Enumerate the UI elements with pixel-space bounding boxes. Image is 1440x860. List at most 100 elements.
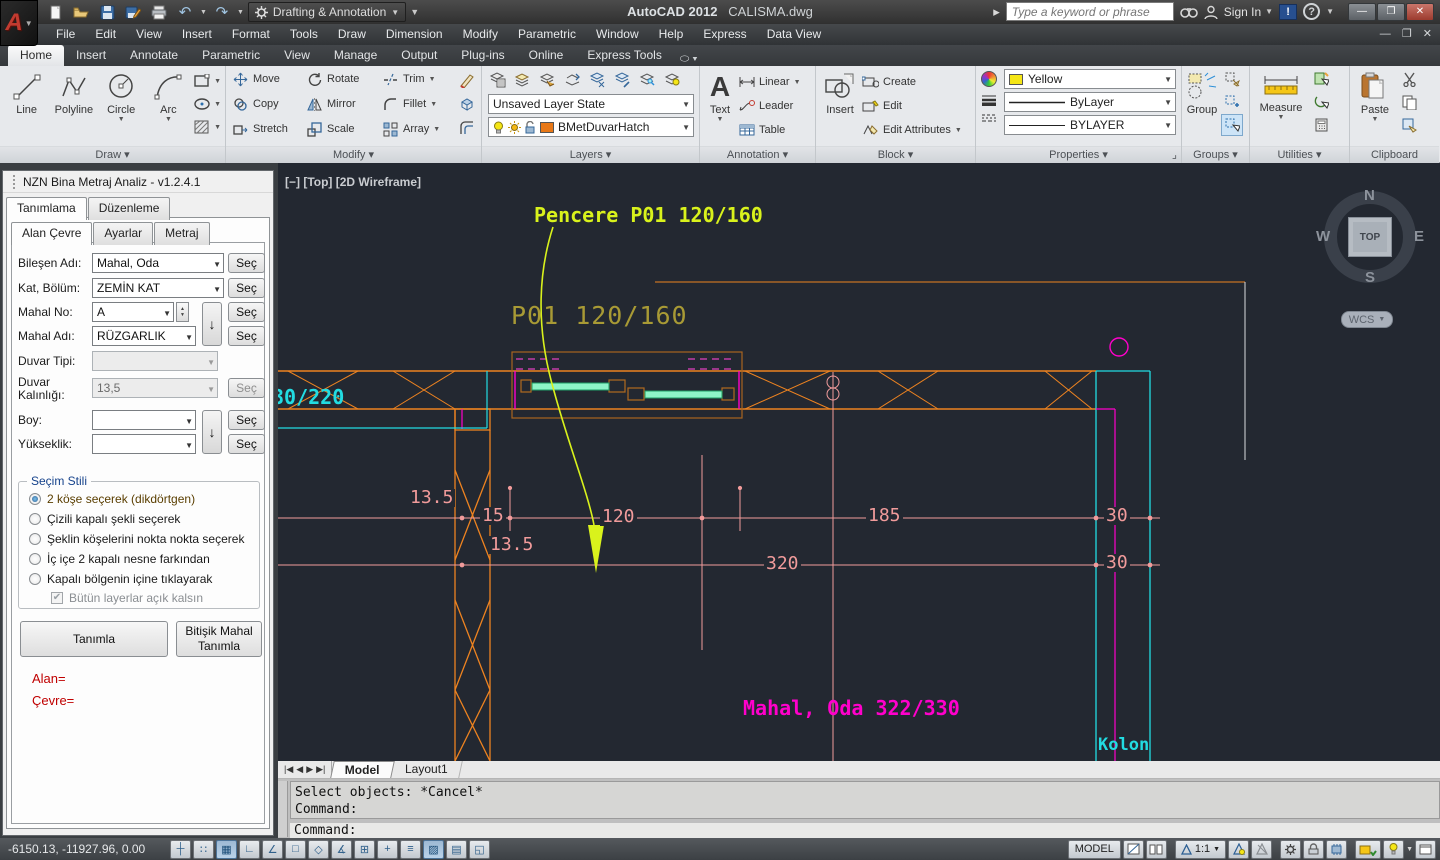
app-menu-button[interactable]: A ▼ — [0, 0, 38, 46]
radio-click-inside[interactable]: Kapalı bölgenin içine tıklayarak — [29, 572, 212, 586]
bilesen-sec-button[interactable]: Seç — [228, 253, 265, 273]
lineweight-toggle[interactable]: ≡ — [400, 839, 421, 859]
restore-button[interactable]: ❐ — [1377, 2, 1405, 21]
prev-tab-icon[interactable]: ◀ — [296, 764, 303, 775]
stretch-tool[interactable]: Stretch — [232, 119, 306, 139]
viewcube-top-face[interactable]: TOP — [1348, 217, 1392, 257]
layer-thaw-sun-icon[interactable] — [508, 120, 521, 134]
bilesen-adi-combo[interactable]: Mahal, Oda ▼ — [92, 253, 224, 273]
panel-properties-footer[interactable]: Properties ▾ ⌟ — [976, 146, 1181, 163]
quick-select-tool[interactable] — [1310, 68, 1332, 90]
insert-block-tool[interactable]: Insert — [818, 68, 862, 140]
infer-constraints-toggle[interactable]: ┼ — [170, 839, 191, 859]
menu-edit[interactable]: Edit — [85, 24, 126, 45]
tab-model[interactable]: Model — [330, 761, 395, 778]
redo-dropdown-caret[interactable]: ▼ — [237, 9, 244, 16]
color-dropdown[interactable]: Yellow ▼ — [1004, 69, 1176, 89]
yukseklik-sec-button[interactable]: Seç — [228, 434, 265, 454]
arc-tool[interactable]: Arc ▼ — [146, 68, 191, 137]
tab-manage[interactable]: Manage — [322, 45, 389, 66]
menu-express[interactable]: Express — [693, 24, 756, 45]
annotation-visibility-button[interactable] — [1228, 839, 1250, 859]
cut-tool[interactable] — [1398, 68, 1420, 90]
transparency-toggle[interactable]: ▨ — [423, 839, 444, 859]
help-dropdown-caret[interactable]: ▼ — [1326, 7, 1334, 16]
exchange-apps-icon[interactable]: ! — [1279, 3, 1298, 20]
layer-freeze-button[interactable] — [586, 69, 608, 91]
menu-modify[interactable]: Modify — [453, 24, 508, 45]
radio-drawn-shape[interactable]: Çizili kapalı şekli seçerek — [29, 512, 180, 526]
menu-draw[interactable]: Draw — [328, 24, 376, 45]
mahal-adi-combo[interactable]: RÜZGARLIK ▼ — [92, 326, 196, 346]
menu-insert[interactable]: Insert — [172, 24, 222, 45]
boy-down-arrow-button[interactable]: ↓ — [202, 410, 222, 454]
layer-state-dropdown[interactable]: Unsaved Layer State ▼ — [488, 94, 694, 114]
menu-file[interactable]: File — [46, 24, 85, 45]
infocenter-collapse-arrow[interactable]: ▸ — [993, 4, 1000, 20]
dynamic-input-toggle[interactable]: + — [377, 839, 398, 859]
minimize-button[interactable]: — — [1348, 2, 1376, 21]
hatch-tool[interactable]: ▼ — [193, 117, 221, 137]
bitisik-mahal-tanimla-button[interactable]: Bitişik Mahal Tanımla — [176, 621, 262, 657]
viewcube[interactable]: N W E S TOP — [1316, 187, 1424, 286]
kat-sec-button[interactable]: Seç — [228, 278, 265, 298]
scale-tool[interactable]: Scale — [306, 119, 382, 139]
ungroup-tool[interactable] — [1221, 68, 1243, 90]
next-tab-icon[interactable]: ▶ — [306, 764, 313, 775]
menu-view[interactable]: View — [126, 24, 172, 45]
panel-utilities-footer[interactable]: Utilities ▾ — [1250, 146, 1349, 163]
tab-insert[interactable]: Insert — [64, 45, 118, 66]
mahal-no-spinner[interactable]: ▲ ▼ — [176, 302, 189, 322]
menu-help[interactable]: Help — [649, 24, 694, 45]
viewcube-south[interactable]: S — [1365, 269, 1375, 286]
menu-window[interactable]: Window — [586, 24, 649, 45]
viewcube-east[interactable]: E — [1414, 228, 1424, 245]
last-tab-icon[interactable]: ▶| — [316, 764, 325, 775]
layer-on-bulb-icon[interactable] — [493, 121, 504, 134]
tab-view[interactable]: View — [272, 45, 322, 66]
layer-unlock-icon[interactable] — [525, 120, 536, 134]
object-snap-tracking-toggle[interactable]: ∡ — [331, 839, 352, 859]
isolate-objects-button[interactable] — [1355, 839, 1382, 859]
help-icon[interactable]: ? — [1303, 3, 1321, 20]
tab-output[interactable]: Output — [389, 45, 449, 66]
paste-special-tool[interactable] — [1398, 114, 1420, 136]
tab-alan-cevre[interactable]: Alan Çevre — [11, 222, 93, 245]
object-visibility-bulb-button[interactable] — [1383, 839, 1405, 859]
3d-object-snap-toggle[interactable]: ◇ — [308, 839, 329, 859]
clean-screen-button[interactable] — [1415, 839, 1436, 859]
search-input[interactable] — [1011, 4, 1168, 19]
panel-clipboard-footer[interactable]: Clipboard — [1350, 146, 1439, 163]
table-tool[interactable]: Table — [738, 120, 801, 140]
mahal-down-arrow-button[interactable]: ↓ — [202, 302, 222, 346]
ribbon-state-button[interactable]: ⬭ ▾ — [680, 53, 698, 66]
panel-layers-footer[interactable]: Layers ▾ — [482, 146, 699, 163]
panel-groups-footer[interactable]: Groups ▾ — [1182, 146, 1249, 163]
close-button[interactable]: ✕ — [1406, 2, 1434, 21]
mirror-tool[interactable]: Mirror — [306, 94, 382, 114]
qat-customize-caret[interactable]: ▼ — [410, 7, 419, 17]
palette-title-bar[interactable]: NZN Bina Metraj Analiz - v1.2.4.1 — [3, 171, 273, 193]
command-input[interactable]: Command: — [290, 823, 1440, 838]
undo-dropdown-caret[interactable]: ▼ — [200, 9, 207, 16]
erase-tool[interactable] — [456, 69, 478, 91]
search-binoculars-icon[interactable] — [1179, 5, 1198, 19]
workspace-switcher[interactable]: Drafting & Annotation ▼ — [247, 2, 407, 22]
lineweight-dropdown[interactable]: ByLayer ▼ — [1004, 92, 1176, 112]
group-selection-toggle[interactable] — [1221, 114, 1243, 136]
layer-lock-button[interactable] — [611, 69, 633, 91]
layer-off-button[interactable] — [511, 69, 533, 91]
layer-color-swatch[interactable] — [540, 121, 554, 133]
menu-dataview[interactable]: Data View — [757, 24, 831, 45]
viewport-controls-label[interactable]: [−] [Top] [2D Wireframe] — [285, 175, 421, 189]
copy-clip-tool[interactable] — [1398, 91, 1420, 113]
object-snap-toggle[interactable]: □ — [285, 839, 306, 859]
menu-format[interactable]: Format — [222, 24, 280, 45]
linetype-icon[interactable] — [981, 113, 997, 123]
search-box[interactable] — [1005, 2, 1174, 21]
tab-plugins[interactable]: Plug-ins — [449, 45, 516, 66]
fillet-tool[interactable]: Fillet ▼ — [382, 94, 454, 114]
tab-express-tools[interactable]: Express Tools — [575, 45, 673, 66]
offset-tool[interactable] — [456, 117, 478, 139]
tab-duzenleme[interactable]: Düzenleme — [87, 197, 171, 220]
